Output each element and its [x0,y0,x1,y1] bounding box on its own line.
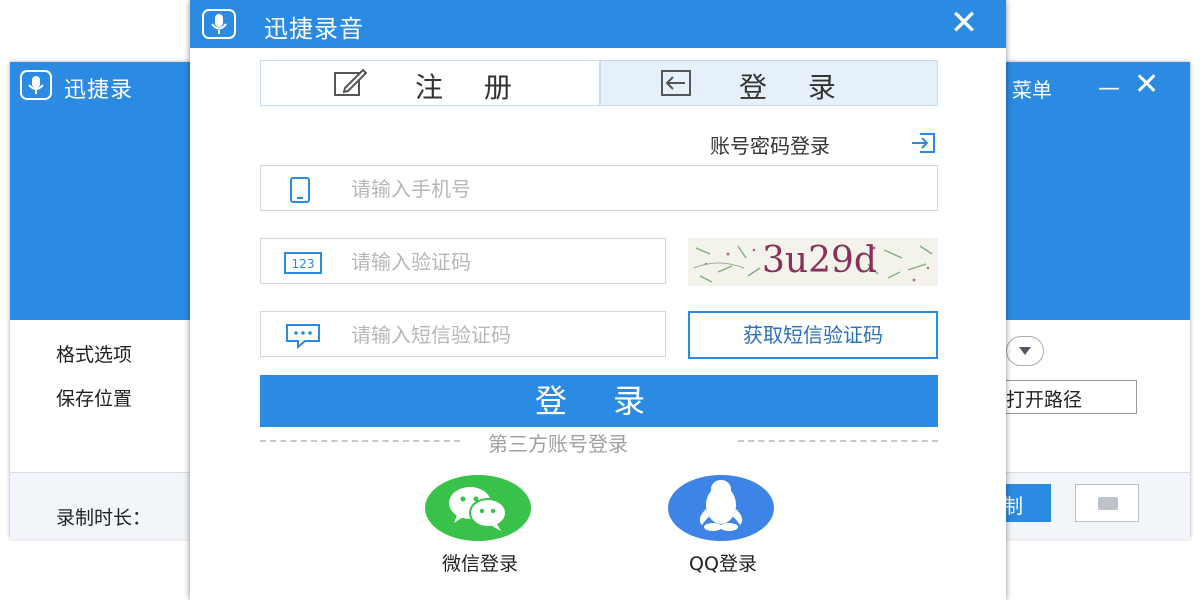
captcha-input[interactable] [349,245,653,279]
wechat-login-button[interactable]: 微信登录 [415,475,535,575]
sign-in-icon [910,132,936,159]
qq-penguin-icon [668,475,774,541]
tab-register[interactable]: 注 册 [260,60,600,106]
login-button[interactable]: 登 录 [260,375,938,427]
svg-text:123: 123 [292,257,315,271]
qq-login-label: QQ登录 [689,553,757,575]
recording-duration-label: 录制时长： [56,507,152,529]
edit-icon [333,68,368,105]
main-menu-button[interactable]: 菜单 [1012,74,1052,103]
message-icon [283,322,323,354]
account-password-login-link[interactable]: 账号密码登录 [710,130,935,159]
tab-login-label: 登 录 [739,71,852,104]
wechat-icon [425,475,531,541]
number-123-icon: 123 [283,249,323,281]
phone-icon [283,176,317,208]
phone-field [260,165,938,211]
format-options-label: 格式选项 [56,344,133,366]
captcha-image[interactable]: 3u29d [688,238,938,286]
phone-input[interactable] [349,172,913,206]
auth-tabs: 注 册 登 录 [260,60,938,108]
wechat-login-label: 微信登录 [441,553,518,575]
stop-button[interactable] [1075,484,1139,522]
open-path-button[interactable]: 打开路径 [995,380,1137,414]
account-password-login-text: 账号密码登录 [710,134,830,158]
tab-register-label: 注 册 [415,71,528,104]
get-sms-code-button[interactable]: 获取短信验证码 [688,311,938,359]
sms-code-field [260,311,666,357]
format-dropdown[interactable] [1006,336,1044,366]
captcha-field: 123 [260,238,666,284]
divider-right [738,440,938,442]
main-window-title: 迅捷录 [64,78,134,103]
divider-left [260,440,460,442]
tab-login[interactable]: 登 录 [600,60,938,106]
captcha-text: 3u29d [762,240,877,281]
main-close-button[interactable]: ✕ [1134,70,1159,100]
dialog-close-button[interactable]: ✕ [948,6,980,40]
dialog-titlebar: 迅捷录音 ✕ [190,0,1006,48]
microphone-logo-icon [20,70,52,100]
login-dialog: 迅捷录音 ✕ 注 册 登 录 账号密码登录 请输入手机号 123 请输入验证码 … [190,0,1006,600]
sms-code-input[interactable] [349,318,653,352]
minimize-button[interactable]: — [1098,76,1120,101]
microphone-logo-icon [202,9,236,39]
save-location-label: 保存位置 [56,388,133,410]
dialog-title: 迅捷录音 [264,15,364,43]
qq-login-button[interactable]: QQ登录 [658,475,778,575]
login-arrow-icon [659,68,693,105]
third-party-login-label: 第三方账号登录 [488,432,628,456]
